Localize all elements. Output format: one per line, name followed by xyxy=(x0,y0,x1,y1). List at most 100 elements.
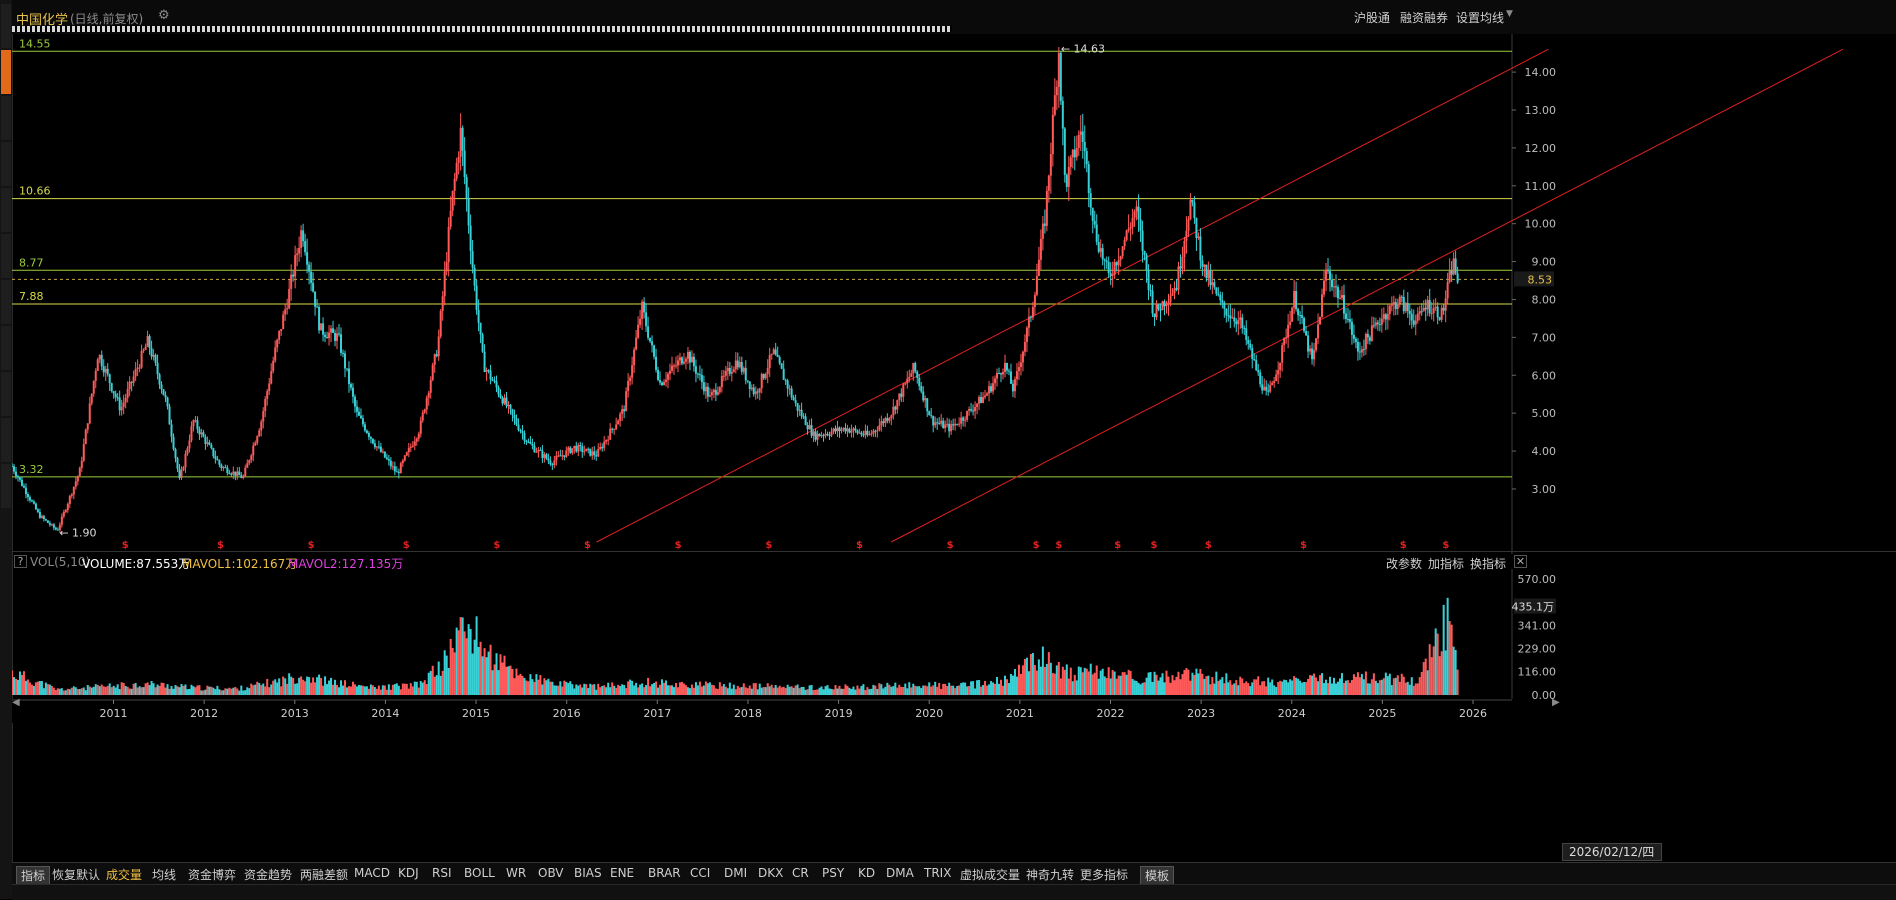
tab-kdj[interactable]: KDJ xyxy=(398,866,419,880)
candle-body xyxy=(60,516,63,525)
candle-body xyxy=(1364,333,1367,350)
candle-body xyxy=(1362,349,1365,351)
candle-body xyxy=(314,291,317,307)
volume-bar xyxy=(465,638,468,695)
left-tab-active[interactable] xyxy=(1,50,11,94)
tab-dkx[interactable]: DKX xyxy=(758,866,783,880)
tab-boll[interactable]: BOLL xyxy=(464,866,495,880)
volume-bar xyxy=(58,688,61,695)
volume-bar xyxy=(694,682,697,695)
volume-bar xyxy=(168,688,171,695)
scroll-bar[interactable]: ◀ ▶ xyxy=(12,697,1896,709)
volume-bar xyxy=(912,683,915,695)
tab-virtual-volume[interactable]: 虚拟成交量 xyxy=(960,866,1020,883)
tab-trix[interactable]: TRIX xyxy=(924,866,951,880)
volume-bar xyxy=(551,681,554,695)
indicator-tab-bar: 指标 恢复默认 成交量 均线 资金博弈 资金趋势 两融差额 MACD KDJ R… xyxy=(12,862,1896,885)
candle-body xyxy=(336,333,339,341)
left-tab[interactable] xyxy=(1,4,11,48)
tab-cci[interactable]: CCI xyxy=(690,866,710,880)
menu-margin-trading[interactable]: 融资融券 xyxy=(1400,9,1448,26)
volume-bar xyxy=(102,686,105,695)
tab-cr[interactable]: CR xyxy=(792,866,809,880)
chevron-down-icon[interactable]: ▼ xyxy=(1506,9,1513,19)
tab-ma[interactable]: 均线 xyxy=(152,866,176,883)
tab-fund-trend[interactable]: 资金趋势 xyxy=(244,866,292,883)
tab-reset-default[interactable]: 恢复默认 xyxy=(52,866,100,883)
candle-body xyxy=(756,391,759,393)
tab-magic-nine[interactable]: 神奇九转 xyxy=(1026,866,1074,883)
volume-bar xyxy=(1105,678,1108,695)
tab-bias[interactable]: BIAS xyxy=(574,866,602,880)
price-chart[interactable]: 14.0013.0012.0011.0010.009.008.007.006.0… xyxy=(12,34,1896,554)
volume-bar xyxy=(1364,671,1367,695)
tab-kd[interactable]: KD xyxy=(858,866,875,880)
left-tab[interactable] xyxy=(1,418,11,462)
volume-bar xyxy=(377,685,380,695)
candle-body xyxy=(736,360,739,368)
candle-body xyxy=(537,449,540,452)
candle-body xyxy=(531,443,534,446)
candle-body xyxy=(1346,318,1349,320)
tab-psy[interactable]: PSY xyxy=(822,866,844,880)
volume-bar xyxy=(26,679,29,695)
candle-body xyxy=(1139,219,1142,231)
tab-ene[interactable]: ENE xyxy=(610,866,634,880)
left-tab[interactable] xyxy=(1,188,11,232)
volume-bar xyxy=(814,689,817,695)
candle-body xyxy=(324,334,327,337)
candle-body xyxy=(980,397,983,403)
help-icon[interactable]: ? xyxy=(14,555,27,568)
candle-body xyxy=(543,454,546,458)
left-tab[interactable] xyxy=(1,464,11,508)
left-tab[interactable] xyxy=(1,96,11,140)
volume-bar xyxy=(74,687,77,695)
scroll-right-icon[interactable]: ▶ xyxy=(1552,697,1560,708)
tab-fund-game[interactable]: 资金博弈 xyxy=(188,866,236,883)
tab-dma[interactable]: DMA xyxy=(886,866,914,880)
menu-set-ma[interactable]: 设置均线 xyxy=(1456,9,1504,26)
left-tab[interactable] xyxy=(1,142,11,186)
candle-body xyxy=(312,282,315,292)
volume-bar xyxy=(132,683,135,695)
candle-body xyxy=(816,433,819,440)
candle-body xyxy=(1442,307,1445,311)
candle-body xyxy=(1255,360,1258,371)
volume-bar xyxy=(1402,676,1405,695)
tab-margin-diff[interactable]: 两融差额 xyxy=(300,866,348,883)
volume-bar xyxy=(746,688,749,695)
tab-wr[interactable]: WR xyxy=(506,866,526,880)
volume-bar xyxy=(589,683,592,695)
candle-body xyxy=(1410,313,1413,321)
settings-gear-icon[interactable]: ⚙ xyxy=(158,8,170,23)
left-tab[interactable] xyxy=(1,326,11,370)
tab-more-indicators[interactable]: 更多指标 xyxy=(1080,866,1128,883)
candle-body xyxy=(1265,386,1268,391)
tab-obv[interactable]: OBV xyxy=(538,866,564,880)
candle-body xyxy=(1107,261,1110,274)
candle-body xyxy=(1386,313,1389,320)
tab-indicator[interactable]: 指标 xyxy=(16,866,51,885)
volume-chart[interactable]: 570.00341.00229.00116.000.00435.1万 xyxy=(12,569,1896,699)
candle-body xyxy=(1073,149,1076,158)
volume-bar xyxy=(1005,679,1008,695)
candle-body xyxy=(1109,273,1112,276)
left-tab[interactable] xyxy=(1,234,11,278)
y-tick-label: 11.00 xyxy=(1525,180,1557,193)
candle-body xyxy=(698,374,701,376)
left-tab[interactable] xyxy=(1,280,11,324)
tab-template[interactable]: 模板 xyxy=(1140,866,1175,885)
scroll-left-icon[interactable]: ◀ xyxy=(12,697,20,708)
tab-macd[interactable]: MACD xyxy=(354,866,390,880)
volume-bar xyxy=(840,688,843,695)
tab-brar[interactable]: BRAR xyxy=(648,866,681,880)
close-icon[interactable]: ✕ xyxy=(1514,555,1527,568)
volume-bar xyxy=(112,685,115,695)
volume-bar xyxy=(1115,678,1118,695)
tab-volume[interactable]: 成交量 xyxy=(106,866,142,883)
tab-rsi[interactable]: RSI xyxy=(432,866,452,880)
candle-body xyxy=(170,424,173,437)
left-tab[interactable] xyxy=(1,372,11,416)
tab-dmi[interactable]: DMI xyxy=(724,866,747,880)
menu-hgt[interactable]: 沪股通 xyxy=(1354,9,1390,26)
